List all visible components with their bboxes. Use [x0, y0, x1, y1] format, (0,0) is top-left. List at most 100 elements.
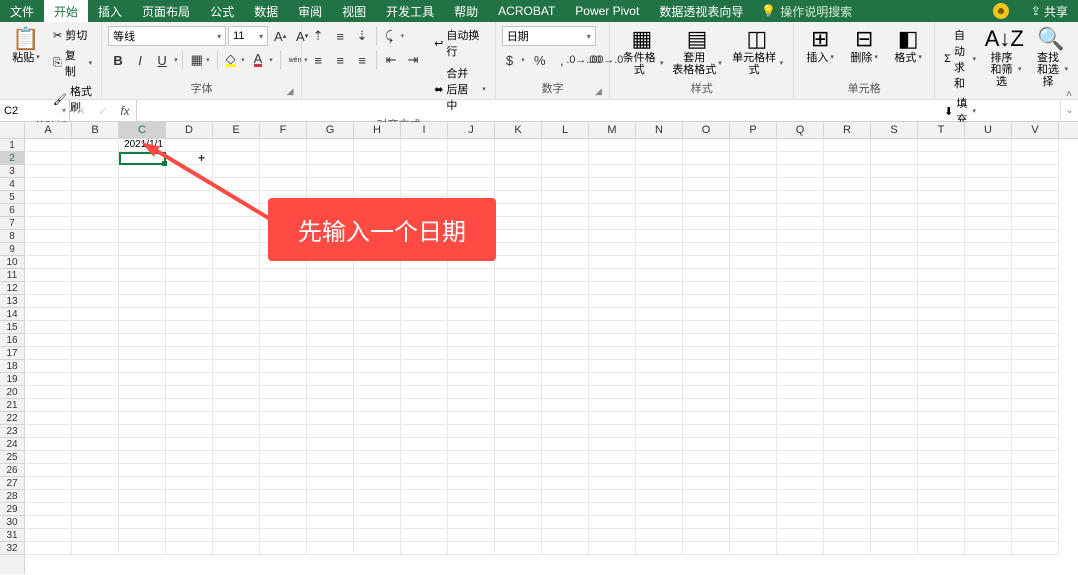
cell[interactable]: [824, 464, 871, 477]
cell[interactable]: [871, 139, 918, 152]
cell[interactable]: [730, 178, 777, 191]
cell[interactable]: [354, 269, 401, 282]
cell[interactable]: [119, 191, 166, 204]
cell[interactable]: [166, 360, 213, 373]
fill-color-button[interactable]: ◇: [222, 50, 248, 70]
cell[interactable]: [542, 282, 589, 295]
cell[interactable]: [166, 243, 213, 256]
cell[interactable]: [72, 282, 119, 295]
cell[interactable]: [166, 373, 213, 386]
cell[interactable]: [25, 516, 72, 529]
cell[interactable]: [636, 386, 683, 399]
cell[interactable]: [777, 217, 824, 230]
column-header[interactable]: V: [1012, 122, 1059, 138]
cell[interactable]: [918, 386, 965, 399]
cell[interactable]: [307, 464, 354, 477]
cell[interactable]: [307, 269, 354, 282]
cell[interactable]: [213, 412, 260, 425]
cell[interactable]: [307, 139, 354, 152]
cell[interactable]: [636, 152, 683, 165]
cell[interactable]: [448, 399, 495, 412]
row-header[interactable]: 1: [0, 139, 24, 152]
cell[interactable]: [119, 204, 166, 217]
cell[interactable]: [542, 152, 589, 165]
cell[interactable]: [72, 516, 119, 529]
cell[interactable]: [871, 334, 918, 347]
cell[interactable]: [354, 503, 401, 516]
cell[interactable]: [824, 139, 871, 152]
cell[interactable]: [777, 256, 824, 269]
cell[interactable]: [448, 464, 495, 477]
cell[interactable]: [542, 464, 589, 477]
cell[interactable]: [25, 230, 72, 243]
cell[interactable]: [965, 529, 1012, 542]
cell[interactable]: [72, 386, 119, 399]
row-header[interactable]: 4: [0, 178, 24, 191]
cell[interactable]: [260, 165, 307, 178]
cell[interactable]: [589, 204, 636, 217]
tab-file[interactable]: 文件: [0, 0, 44, 22]
tab-acrobat[interactable]: ACROBAT: [488, 0, 565, 22]
cell[interactable]: [307, 152, 354, 165]
cell[interactable]: [918, 490, 965, 503]
collapse-ribbon-button[interactable]: ˄: [1064, 87, 1074, 102]
cell[interactable]: [824, 217, 871, 230]
cell[interactable]: [72, 269, 119, 282]
cell[interactable]: [777, 373, 824, 386]
cell[interactable]: [166, 334, 213, 347]
cell[interactable]: [25, 438, 72, 451]
cell[interactable]: [72, 217, 119, 230]
cell[interactable]: [777, 321, 824, 334]
cell[interactable]: [636, 204, 683, 217]
cell[interactable]: [730, 347, 777, 360]
cell[interactable]: [777, 282, 824, 295]
underline-button[interactable]: U: [152, 50, 172, 70]
cell[interactable]: [918, 308, 965, 321]
cell[interactable]: [354, 464, 401, 477]
cell[interactable]: [965, 373, 1012, 386]
account-avatar-icon[interactable]: ☻: [993, 3, 1009, 19]
cell[interactable]: [636, 321, 683, 334]
cell[interactable]: [871, 464, 918, 477]
cell[interactable]: [918, 217, 965, 230]
cell[interactable]: [354, 412, 401, 425]
cell[interactable]: [401, 503, 448, 516]
cell[interactable]: [542, 503, 589, 516]
cell[interactable]: [213, 269, 260, 282]
cell[interactable]: [636, 269, 683, 282]
cell[interactable]: [824, 451, 871, 464]
cell[interactable]: [119, 295, 166, 308]
cell[interactable]: [307, 360, 354, 373]
cell[interactable]: [589, 347, 636, 360]
tab-developer[interactable]: 开发工具: [376, 0, 444, 22]
cell[interactable]: [542, 477, 589, 490]
cell[interactable]: [25, 334, 72, 347]
cell[interactable]: [683, 178, 730, 191]
cell[interactable]: [354, 295, 401, 308]
cell[interactable]: [401, 165, 448, 178]
cell[interactable]: [495, 464, 542, 477]
cell[interactable]: [871, 230, 918, 243]
cell[interactable]: [777, 243, 824, 256]
cell[interactable]: [824, 412, 871, 425]
cell[interactable]: [636, 295, 683, 308]
cell[interactable]: [495, 256, 542, 269]
cell[interactable]: [25, 373, 72, 386]
cell[interactable]: [683, 269, 730, 282]
cell[interactable]: [166, 516, 213, 529]
cell[interactable]: [589, 451, 636, 464]
cell[interactable]: [307, 165, 354, 178]
cell[interactable]: [307, 490, 354, 503]
cell[interactable]: [1012, 516, 1059, 529]
cell[interactable]: [213, 347, 260, 360]
cell[interactable]: [636, 451, 683, 464]
cell[interactable]: [307, 282, 354, 295]
cell[interactable]: [119, 230, 166, 243]
cell[interactable]: [260, 360, 307, 373]
cell[interactable]: [730, 386, 777, 399]
cell[interactable]: [401, 295, 448, 308]
cell[interactable]: [730, 295, 777, 308]
cell[interactable]: [918, 360, 965, 373]
cell[interactable]: [965, 516, 1012, 529]
cell[interactable]: [918, 256, 965, 269]
